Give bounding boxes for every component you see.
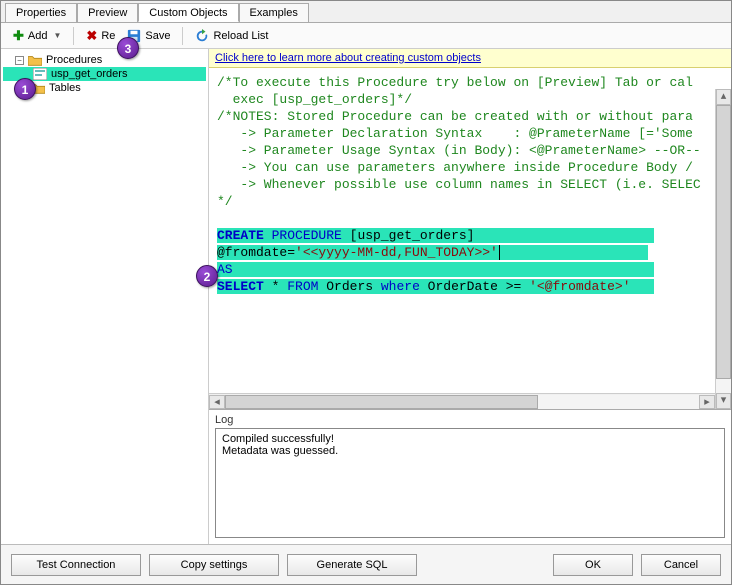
code-editor[interactable]: /*To execute this Procedure try below on…	[209, 68, 731, 348]
scroll-up-icon[interactable]: ▴	[716, 89, 731, 105]
toolbar: ✚ Add ▼ ✖ Re Save Reload List	[1, 23, 731, 49]
editor-panel: Click here to learn more about creating …	[209, 49, 731, 544]
code-comment: exec [usp_get_orders]*/	[217, 92, 412, 107]
horizontal-scrollbar[interactable]: ◂ ▸	[209, 393, 715, 409]
separator	[182, 27, 183, 45]
text-cursor	[499, 245, 500, 260]
remove-label: Re	[101, 30, 115, 42]
code-comment: -> Parameter Declaration Syntax : @Prame…	[217, 126, 701, 141]
scroll-thumb[interactable]	[716, 105, 731, 379]
log-output[interactable]: Compiled successfully! Metadata was gues…	[215, 428, 725, 538]
tree-node-procedures[interactable]: − Procedures	[3, 53, 206, 67]
chevron-down-icon: ▼	[53, 31, 61, 40]
scroll-down-icon[interactable]: ▾	[716, 393, 731, 409]
log-line: Compiled successfully!	[222, 433, 718, 445]
x-icon: ✖	[86, 28, 97, 44]
code-comment: -> You can use parameters anywhere insid…	[217, 160, 701, 175]
log-pane: Log	[209, 410, 731, 428]
scroll-track[interactable]	[716, 105, 731, 393]
reload-button[interactable]: Reload List	[191, 27, 272, 45]
code-editor-wrap: /*To execute this Procedure try below on…	[209, 68, 731, 410]
log-label: Log	[215, 414, 725, 426]
procedures-label: Procedures	[46, 54, 102, 66]
test-connection-button[interactable]: Test Connection	[11, 554, 141, 576]
callout-2: 2	[196, 265, 218, 287]
object-tree: − Procedures usp_get_orders Tables	[1, 49, 209, 544]
tab-custom-objects[interactable]: Custom Objects	[138, 3, 238, 22]
usp-label: usp_get_orders	[51, 68, 127, 80]
code-line-as: AS	[217, 262, 654, 277]
callout-1: 1	[14, 78, 36, 100]
code-line-create: CREATE PROCEDURE [usp_get_orders]	[217, 228, 654, 243]
cancel-button[interactable]: Cancel	[641, 554, 721, 576]
save-label: Save	[145, 30, 170, 42]
code-line-fromdate: @fromdate='<<yyyy-MM-dd,FUN_TODAY>>'	[217, 245, 648, 260]
log-line: Metadata was guessed.	[222, 445, 718, 457]
tree-item-usp-get-orders[interactable]: usp_get_orders	[3, 67, 206, 81]
callout-3: 3	[117, 37, 139, 59]
tables-label: Tables	[49, 82, 81, 94]
generate-sql-button[interactable]: Generate SQL	[287, 554, 417, 576]
tab-properties[interactable]: Properties	[5, 3, 77, 22]
tab-examples[interactable]: Examples	[239, 3, 309, 22]
folder-icon	[28, 54, 42, 66]
main-area: − Procedures usp_get_orders Tables Click…	[1, 49, 731, 544]
remove-button[interactable]: ✖ Re	[82, 26, 119, 46]
procedure-icon	[33, 68, 47, 80]
code-comment: */	[217, 194, 233, 209]
scroll-right-icon[interactable]: ▸	[699, 395, 715, 409]
ok-button[interactable]: OK	[553, 554, 633, 576]
collapse-icon[interactable]: −	[15, 56, 24, 65]
scroll-left-icon[interactable]: ◂	[209, 395, 225, 409]
tab-preview[interactable]: Preview	[77, 3, 138, 22]
add-button[interactable]: ✚ Add ▼	[9, 26, 65, 46]
scroll-track[interactable]	[225, 395, 699, 409]
code-comment: -> Parameter Usage Syntax (in Body): <@P…	[217, 143, 701, 158]
tab-bar: Properties Preview Custom Objects Exampl…	[1, 1, 731, 23]
reload-label: Reload List	[213, 30, 268, 42]
button-bar: Test Connection Copy settings Generate S…	[1, 544, 731, 584]
code-comment: /*To execute this Procedure try below on…	[217, 75, 693, 90]
plus-icon: ✚	[13, 28, 24, 44]
copy-settings-button[interactable]: Copy settings	[149, 554, 279, 576]
code-line-select: SELECT * FROM Orders where OrderDate >= …	[217, 279, 654, 294]
reload-icon	[195, 29, 209, 43]
vertical-scrollbar[interactable]: ▴ ▾	[715, 89, 731, 409]
hint-bar: Click here to learn more about creating …	[209, 49, 731, 68]
scroll-thumb[interactable]	[225, 395, 538, 409]
code-comment: /*NOTES: Stored Procedure can be created…	[217, 109, 693, 124]
hint-link[interactable]: Click here to learn more about creating …	[215, 52, 481, 64]
add-label: Add	[28, 30, 48, 42]
code-comment: -> Whenever possible use column names in…	[217, 177, 701, 192]
separator	[73, 27, 74, 45]
